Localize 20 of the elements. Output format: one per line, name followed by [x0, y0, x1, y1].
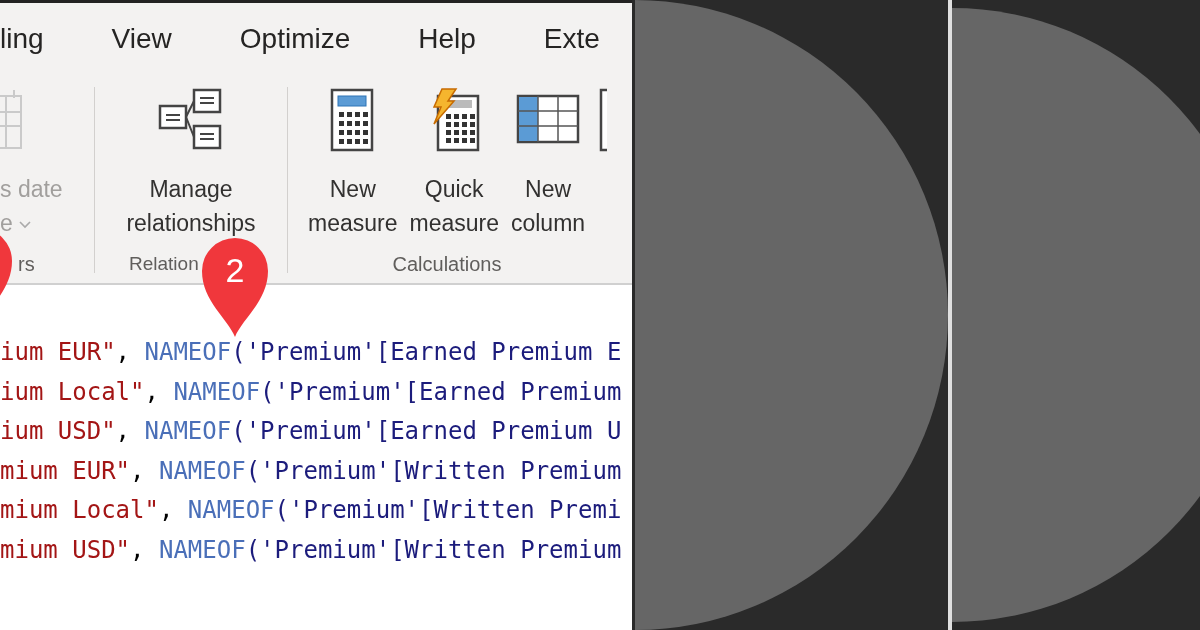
ribbon-button[interactable]: New measure: [302, 83, 404, 245]
code-line: ium USD", NAMEOF('Premium'[Earned Premium U: [0, 416, 623, 448]
group-label: rs: [18, 252, 35, 277]
code-line: ium EUR", NAMEOF('Premium'[Earned Premium E: [0, 337, 623, 368]
ribbon-tab[interactable]: Exte: [543, 23, 600, 55]
group-label: Relation: [129, 252, 199, 276]
ribbon-tab[interactable]: Help: [418, 23, 476, 55]
group-label: Calculations: [392, 252, 502, 277]
ribbon-tab[interactable]: View: [111, 23, 172, 55]
ribbon-button[interactable]: New column: [504, 83, 592, 245]
code-line: mium USD", NAMEOF('Premium'[Written Premium: [0, 534, 623, 566]
code-line: mium Local", NAMEOF('Premium'[Written Premi: [0, 495, 623, 527]
relationship-diagram-icon: [158, 88, 224, 152]
code-line: ium Local", NAMEOF('Premium'[Earned Premium: [0, 376, 623, 408]
ribbon-tab[interactable]: ling: [0, 23, 44, 55]
ribbon-tab[interactable]: Optimize: [239, 23, 351, 55]
ribbon-button[interactable]: Quick measure: [403, 83, 505, 245]
calculator-icon: [329, 88, 376, 152]
code-line: mium EUR", NAMEOF('Premium'[Written Premium: [0, 455, 623, 487]
step-marker: 2: [200, 235, 270, 339]
